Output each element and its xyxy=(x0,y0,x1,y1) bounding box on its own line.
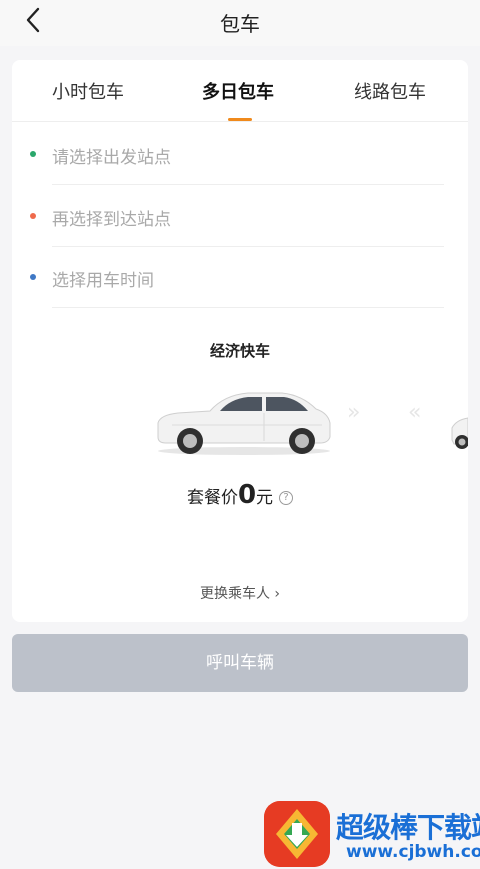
watermark: 超级棒下载站 www.cjbwh.com xyxy=(262,800,480,869)
divider xyxy=(52,307,444,308)
time-placeholder: 选择用车时间 xyxy=(52,271,154,291)
next-car-preview-icon[interactable] xyxy=(448,410,468,452)
watermark-url: www.cjbwh.com xyxy=(346,842,480,862)
package-price: 套餐价0元? xyxy=(12,480,468,510)
booking-card: 小时包车 多日包车 线路包车 请选择出发站点 再选择到达站点 选择用车时间 经济… xyxy=(12,60,468,622)
watermark-title: 超级棒下载站 xyxy=(336,811,480,844)
change-passenger-link[interactable]: 更换乘车人 › xyxy=(12,583,468,603)
page-title: 包车 xyxy=(220,12,260,36)
tab-hourly[interactable]: 小时包车 xyxy=(52,78,124,104)
nav-bar: 包车 xyxy=(0,0,480,46)
download-site-logo-icon xyxy=(264,801,330,867)
departure-dot-icon xyxy=(30,151,36,157)
prev-arrow-icon[interactable]: « xyxy=(408,400,422,425)
price-value: 0 xyxy=(237,480,257,510)
arrival-placeholder: 再选择到达站点 xyxy=(52,210,171,230)
price-label: 套餐价 xyxy=(186,488,238,508)
call-vehicle-button[interactable]: 呼叫车辆 xyxy=(12,634,468,692)
active-tab-indicator xyxy=(228,118,252,121)
tab-bar: 小时包车 多日包车 线路包车 xyxy=(12,60,468,122)
time-dot-icon xyxy=(30,274,36,280)
arrival-dot-icon xyxy=(30,213,36,219)
time-field[interactable]: 选择用车时间 xyxy=(12,246,468,308)
vehicle-type-title: 经济快车 xyxy=(209,342,270,360)
price-unit: 元 xyxy=(256,488,274,508)
tab-multi-day[interactable]: 多日包车 xyxy=(202,78,274,104)
change-passenger-label: 更换乘车人 xyxy=(199,586,270,602)
next-arrow-icon[interactable]: » xyxy=(347,400,361,425)
departure-placeholder: 请选择出发站点 xyxy=(52,148,171,168)
arrival-station-field[interactable]: 再选择到达站点 xyxy=(12,185,468,247)
departure-station-field[interactable]: 请选择出发站点 xyxy=(12,123,468,185)
chevron-right-icon: › xyxy=(274,586,281,602)
tab-route[interactable]: 线路包车 xyxy=(354,78,426,104)
car-icon[interactable] xyxy=(152,385,332,457)
help-icon[interactable]: ? xyxy=(279,491,294,505)
